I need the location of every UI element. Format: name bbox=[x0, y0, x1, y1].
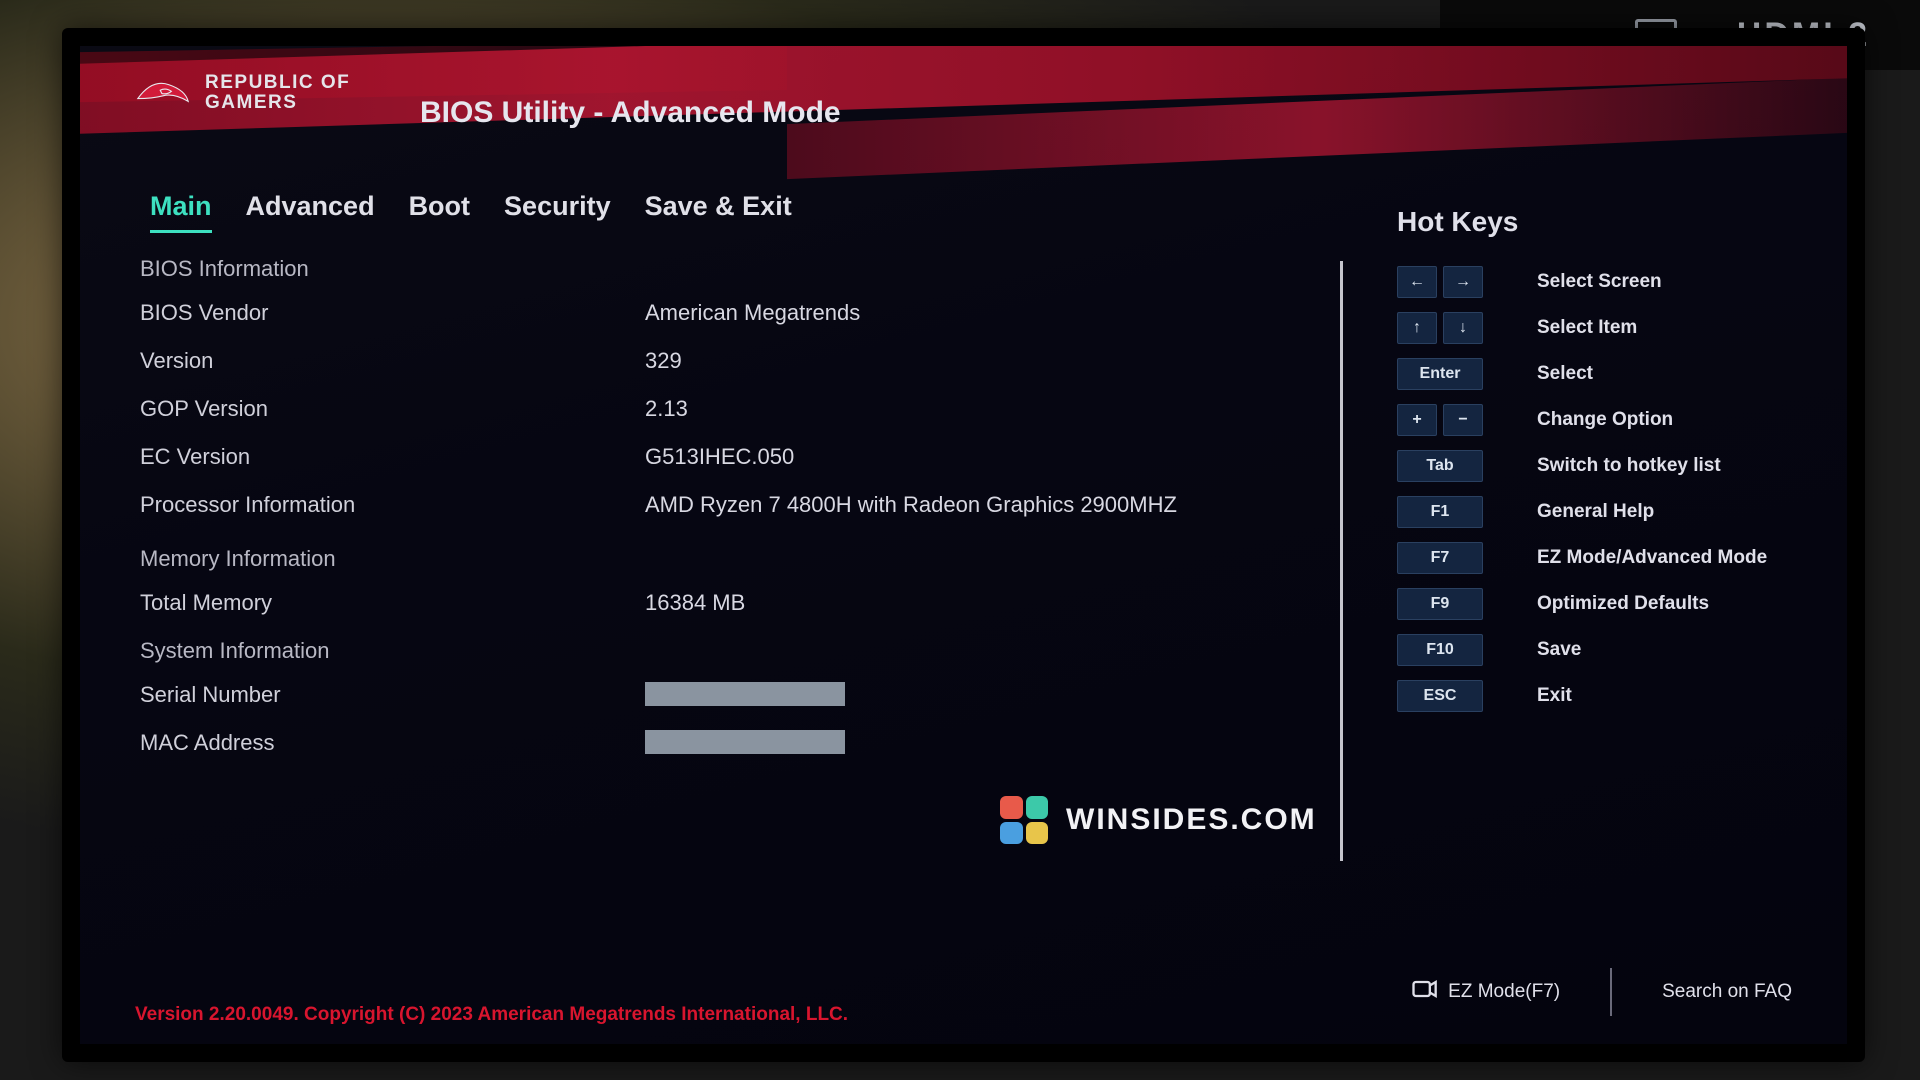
hotkey-label: Select bbox=[1537, 363, 1593, 385]
label-ec-version: EC Version bbox=[140, 444, 645, 470]
label-gop-version: GOP Version bbox=[140, 396, 645, 422]
section-system-info: System Information bbox=[140, 638, 1320, 664]
hotkey-label: Select Item bbox=[1537, 317, 1637, 339]
key-plus-icon[interactable]: + bbox=[1397, 404, 1437, 436]
value-gop-version: 2.13 bbox=[645, 396, 688, 422]
brand-line2: GAMERS bbox=[205, 93, 350, 113]
monitor-bezel: REPUBLIC OF GAMERS BIOS Utility - Advanc… bbox=[62, 28, 1865, 1062]
key-left-icon[interactable]: ← bbox=[1397, 266, 1437, 298]
page-title: BIOS Utility - Advanced Mode bbox=[420, 96, 841, 130]
ez-mode-label: EZ Mode(F7) bbox=[1448, 981, 1560, 1003]
hotkey-label: Save bbox=[1537, 639, 1581, 661]
row-serial-number: Serial Number bbox=[140, 682, 1320, 708]
hotkey-label: General Help bbox=[1537, 501, 1654, 523]
label-bios-vendor: BIOS Vendor bbox=[140, 300, 645, 326]
hotkey-tab: Tab Switch to hotkey list bbox=[1397, 450, 1792, 482]
hotkey-label: Exit bbox=[1537, 685, 1572, 707]
hotkeys-heading: Hot Keys bbox=[1397, 206, 1792, 238]
key-tab[interactable]: Tab bbox=[1397, 450, 1483, 482]
value-mac-address-redacted bbox=[645, 730, 845, 754]
header-decor bbox=[80, 46, 1847, 186]
footer-copyright: Version 2.20.0049. Copyright (C) 2023 Am… bbox=[135, 1004, 848, 1026]
rog-logo-icon bbox=[135, 72, 191, 114]
hotkeys-panel: Hot Keys ← → Select Screen ↑ ↓ Select It… bbox=[1397, 206, 1792, 726]
footer-divider bbox=[1610, 968, 1612, 1016]
key-right-icon[interactable]: → bbox=[1443, 266, 1483, 298]
tab-boot[interactable]: Boot bbox=[409, 191, 470, 233]
footer-actions: EZ Mode(F7) Search on FAQ bbox=[1410, 968, 1792, 1016]
label-version: Version bbox=[140, 348, 645, 374]
row-gop-version: GOP Version 2.13 bbox=[140, 396, 1320, 422]
tab-advanced[interactable]: Advanced bbox=[246, 191, 375, 233]
value-serial-number-redacted bbox=[645, 682, 845, 706]
section-bios-info: BIOS Information bbox=[140, 256, 1320, 282]
hotkey-select-item: ↑ ↓ Select Item bbox=[1397, 312, 1792, 344]
key-esc[interactable]: ESC bbox=[1397, 680, 1483, 712]
ez-mode-button[interactable]: EZ Mode(F7) bbox=[1410, 975, 1560, 1009]
row-bios-vendor: BIOS Vendor American Megatrends bbox=[140, 300, 1320, 326]
hotkey-f7: F7 EZ Mode/Advanced Mode bbox=[1397, 542, 1792, 574]
label-processor: Processor Information bbox=[140, 492, 645, 518]
hotkey-f10: F10 Save bbox=[1397, 634, 1792, 666]
hotkey-f1: F1 General Help bbox=[1397, 496, 1792, 528]
label-total-memory: Total Memory bbox=[140, 590, 645, 616]
watermark: WINSIDES.COM bbox=[1000, 796, 1317, 844]
key-f10[interactable]: F10 bbox=[1397, 634, 1483, 666]
key-f9[interactable]: F9 bbox=[1397, 588, 1483, 620]
key-up-icon[interactable]: ↑ bbox=[1397, 312, 1437, 344]
tab-security[interactable]: Security bbox=[504, 191, 611, 233]
brand-line1: REPUBLIC OF bbox=[205, 73, 350, 93]
section-memory-info: Memory Information bbox=[140, 546, 1320, 572]
key-f7[interactable]: F7 bbox=[1397, 542, 1483, 574]
row-total-memory: Total Memory 16384 MB bbox=[140, 590, 1320, 616]
value-version: 329 bbox=[645, 348, 682, 374]
key-minus-icon[interactable]: − bbox=[1443, 404, 1483, 436]
hotkey-esc: ESC Exit bbox=[1397, 680, 1792, 712]
value-ec-version: G513IHEC.050 bbox=[645, 444, 794, 470]
row-version: Version 329 bbox=[140, 348, 1320, 374]
main-content: BIOS Information BIOS Vendor American Me… bbox=[140, 256, 1320, 778]
hotkey-label: Optimized Defaults bbox=[1537, 593, 1709, 615]
watermark-logo-icon bbox=[1000, 796, 1048, 844]
vertical-divider bbox=[1340, 261, 1343, 861]
key-down-icon[interactable]: ↓ bbox=[1443, 312, 1483, 344]
label-mac-address: MAC Address bbox=[140, 730, 645, 756]
hotkey-f9: F9 Optimized Defaults bbox=[1397, 588, 1792, 620]
hotkey-label: Change Option bbox=[1537, 409, 1673, 431]
ez-mode-icon bbox=[1410, 975, 1438, 1009]
brand-logo-area: REPUBLIC OF GAMERS bbox=[135, 72, 350, 114]
tab-main[interactable]: Main bbox=[150, 191, 212, 233]
hotkey-select: Enter Select bbox=[1397, 358, 1792, 390]
tab-save-exit[interactable]: Save & Exit bbox=[645, 191, 792, 233]
row-mac-address: MAC Address bbox=[140, 730, 1320, 756]
key-f1[interactable]: F1 bbox=[1397, 496, 1483, 528]
bios-screen: REPUBLIC OF GAMERS BIOS Utility - Advanc… bbox=[80, 46, 1847, 1044]
value-bios-vendor: American Megatrends bbox=[645, 300, 860, 326]
key-enter[interactable]: Enter bbox=[1397, 358, 1483, 390]
tab-bar: Main Advanced Boot Security Save & Exit bbox=[150, 191, 792, 233]
hotkey-label: Select Screen bbox=[1537, 271, 1662, 293]
row-ec-version: EC Version G513IHEC.050 bbox=[140, 444, 1320, 470]
hotkey-label: Switch to hotkey list bbox=[1537, 455, 1721, 477]
value-processor: AMD Ryzen 7 4800H with Radeon Graphics 2… bbox=[645, 492, 1177, 518]
hotkey-label: EZ Mode/Advanced Mode bbox=[1537, 547, 1767, 569]
brand-text: REPUBLIC OF GAMERS bbox=[205, 73, 350, 113]
watermark-text: WINSIDES.COM bbox=[1066, 803, 1317, 837]
value-total-memory: 16384 MB bbox=[645, 590, 745, 616]
hotkey-change-option: + − Change Option bbox=[1397, 404, 1792, 436]
row-processor: Processor Information AMD Ryzen 7 4800H … bbox=[140, 492, 1320, 518]
hotkey-select-screen: ← → Select Screen bbox=[1397, 266, 1792, 298]
label-serial-number: Serial Number bbox=[140, 682, 645, 708]
search-faq-button[interactable]: Search on FAQ bbox=[1662, 981, 1792, 1003]
